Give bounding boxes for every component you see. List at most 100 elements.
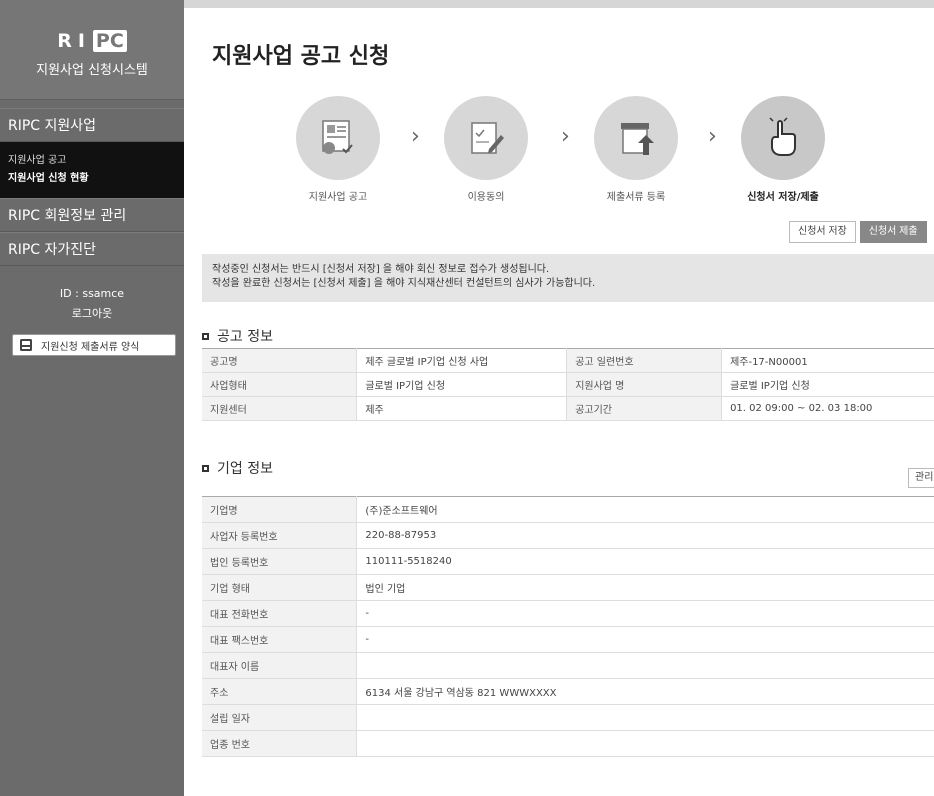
table-header-cell: 주소: [202, 678, 358, 705]
notice-line: 작성을 완료한 신청서는 [신청서 제출] 을 해야 지식재산센터 컨설턴트의 …: [212, 278, 596, 289]
save-application-button[interactable]: 신청서 저장: [789, 221, 856, 243]
table-row: 사업형태 글로벌 IP기업 신청 지원사업 명 글로벌 IP기업 신청: [202, 372, 934, 397]
table-row: 법인 등록번호 110111-5518240: [202, 548, 934, 575]
submit-application-button[interactable]: 신청서 제출: [859, 221, 927, 243]
table-cell: 글로벌 IP기업 신청: [721, 372, 934, 397]
chevron-right-icon: ›: [708, 124, 717, 149]
chevron-right-icon: ›: [561, 124, 570, 149]
user-block: ID : ssamce 로그아웃: [0, 266, 184, 324]
table-cell: 01. 02 09:00 ~ 02. 03 18:00: [721, 396, 934, 421]
table-cell: 법인 기업: [356, 574, 934, 601]
table-cell: 글로벌 IP기업 신청: [356, 372, 568, 397]
brand-subtitle: 지원사업 신청시스템: [36, 63, 148, 78]
notice-info-table: 공고명 제주 글로벌 IP기업 신청 사업 공고 일련번호 제주-17-N000…: [202, 348, 934, 421]
menu-self-diagnosis[interactable]: RIPC 자가진단: [0, 232, 184, 266]
table-row: 대표자 이름: [202, 652, 934, 679]
manage-company-button[interactable]: 관리: [908, 468, 934, 488]
table-header-cell: 기업 형태: [202, 574, 358, 601]
section-title-notice: 공고 정보: [202, 326, 273, 346]
submenu: 지원사업 공고 지원사업 신청 현황: [0, 142, 184, 198]
square-bullet-icon: [202, 464, 209, 472]
step-agreement: 이용동의: [431, 96, 541, 203]
page-title: 지원사업 공고 신청: [212, 44, 390, 69]
step-circle: [444, 96, 528, 180]
table-row: 설립 일자: [202, 704, 934, 731]
form-link-label: 지원신청 제출서류 양식: [41, 341, 140, 353]
main-content: 지원사업 공고 신청 지원사업 공고 › 이용동의 › 제출서류 등록 › 신청…: [184, 8, 934, 796]
hand-click-icon: [769, 117, 796, 156]
brand-area: RI PC 지원사업 신청시스템: [0, 0, 184, 100]
action-buttons: 신청서 저장 신청서 제출: [789, 221, 931, 243]
table-cell: (주)준소프트웨어: [356, 496, 934, 523]
step-save-submit: 신청서 저장/제출: [728, 96, 838, 203]
menu-member-info[interactable]: RIPC 회원정보 관리: [0, 198, 184, 232]
step-announcement: 지원사업 공고: [283, 96, 393, 203]
step-label: 신청서 저장/제출: [747, 192, 819, 203]
logo-text: RI: [57, 30, 91, 52]
sidebar: RI PC 지원사업 신청시스템 RIPC 지원사업 지원사업 공고 지원사업 신…: [0, 0, 184, 796]
table-cell: 6134 서울 강남구 역삼동 821 WWWXXXX: [356, 678, 934, 705]
agreement-icon: [471, 122, 504, 154]
table-row: 사업자 등록번호 220-88-87953: [202, 522, 934, 549]
table-header-cell: 지원사업 명: [566, 372, 723, 397]
table-header-cell: 사업자 등록번호: [202, 522, 358, 549]
upload-icon: [621, 123, 654, 155]
table-row: 대표 전화번호 -: [202, 600, 934, 627]
table-cell: [356, 652, 934, 679]
section-title-company: 기업 정보: [202, 458, 273, 478]
logo-box-text: PC: [92, 30, 127, 52]
table-header-cell: 기업명: [202, 496, 358, 523]
table-header-cell: 공고명: [202, 348, 358, 373]
step-label: 제출서류 등록: [606, 192, 666, 203]
square-bullet-icon: [202, 332, 209, 340]
table-header-cell: 대표자 이름: [202, 652, 358, 679]
logout-link[interactable]: 로그아웃: [0, 304, 184, 324]
notice-line: 작성중인 신청서는 반드시 [신청서 저장] 을 해야 회신 정보로 접수가 생…: [212, 264, 550, 275]
table-cell: 제주 글로벌 IP기업 신청 사업: [356, 348, 568, 373]
table-header-cell: 공고 일련번호: [566, 348, 723, 373]
table-header-cell: 대표 전화번호: [202, 600, 358, 627]
table-cell: 220-88-87953: [356, 522, 934, 549]
table-header-cell: 설립 일자: [202, 704, 358, 731]
section-title-text: 기업 정보: [217, 461, 273, 477]
table-header-cell: 법인 등록번호: [202, 548, 358, 575]
menu-ripc-support[interactable]: RIPC 지원사업: [0, 108, 184, 142]
submenu-item-application-status[interactable]: 지원사업 신청 현황: [8, 170, 176, 188]
table-cell: [356, 730, 934, 757]
step-label: 지원사업 공고: [308, 192, 368, 203]
document-download-icon: [20, 339, 32, 351]
ripc-logo[interactable]: RI PC: [53, 30, 131, 52]
step-upload: 제출서류 등록: [581, 96, 691, 203]
table-header-cell: 지원센터: [202, 396, 358, 421]
table-row: 기업명 (주)준소프트웨어: [202, 496, 934, 523]
table-row: 대표 팩스번호 -: [202, 626, 934, 653]
top-strip: [184, 0, 934, 8]
table-row: 주소 6134 서울 강남구 역삼동 821 WWWXXXX: [202, 678, 934, 705]
form-download-link[interactable]: 지원신청 제출서류 양식: [12, 334, 176, 356]
chevron-right-icon: ›: [411, 124, 420, 149]
table-header-cell: 대표 팩스번호: [202, 626, 358, 653]
table-cell: 제주-17-N00001: [721, 348, 934, 373]
step-label: 이용동의: [467, 192, 505, 203]
step-circle: [594, 96, 678, 180]
table-header-cell: 업종 번호: [202, 730, 358, 757]
submenu-item-notices[interactable]: 지원사업 공고: [8, 152, 176, 170]
table-cell: 110111-5518240: [356, 548, 934, 575]
table-row: 지원센터 제주 공고기간 01. 02 09:00 ~ 02. 03 18:00: [202, 396, 934, 421]
step-circle: [741, 96, 825, 180]
table-header-cell: 공고기간: [566, 396, 723, 421]
table-row: 기업 형태 법인 기업: [202, 574, 934, 601]
table-row: 공고명 제주 글로벌 IP기업 신청 사업 공고 일련번호 제주-17-N000…: [202, 348, 934, 373]
notice-box: 작성중인 신청서는 반드시 [신청서 저장] 을 해야 회신 정보로 접수가 생…: [202, 254, 934, 302]
table-header-cell: 사업형태: [202, 372, 358, 397]
user-id: ID : ssamce: [59, 287, 125, 300]
table-cell: -: [356, 626, 934, 653]
section-title-text: 공고 정보: [217, 329, 273, 345]
step-circle: [296, 96, 380, 180]
company-info-table: 기업명 (주)준소프트웨어 사업자 등록번호 220-88-87953 법인 등록번호 1…: [202, 496, 934, 757]
table-cell: [356, 704, 934, 731]
step-progress: 지원사업 공고 › 이용동의 › 제출서류 등록 › 신청서 저장/제출: [184, 96, 934, 206]
table-row: 업종 번호: [202, 730, 934, 757]
table-cell: -: [356, 600, 934, 627]
table-cell: 제주: [356, 396, 568, 421]
